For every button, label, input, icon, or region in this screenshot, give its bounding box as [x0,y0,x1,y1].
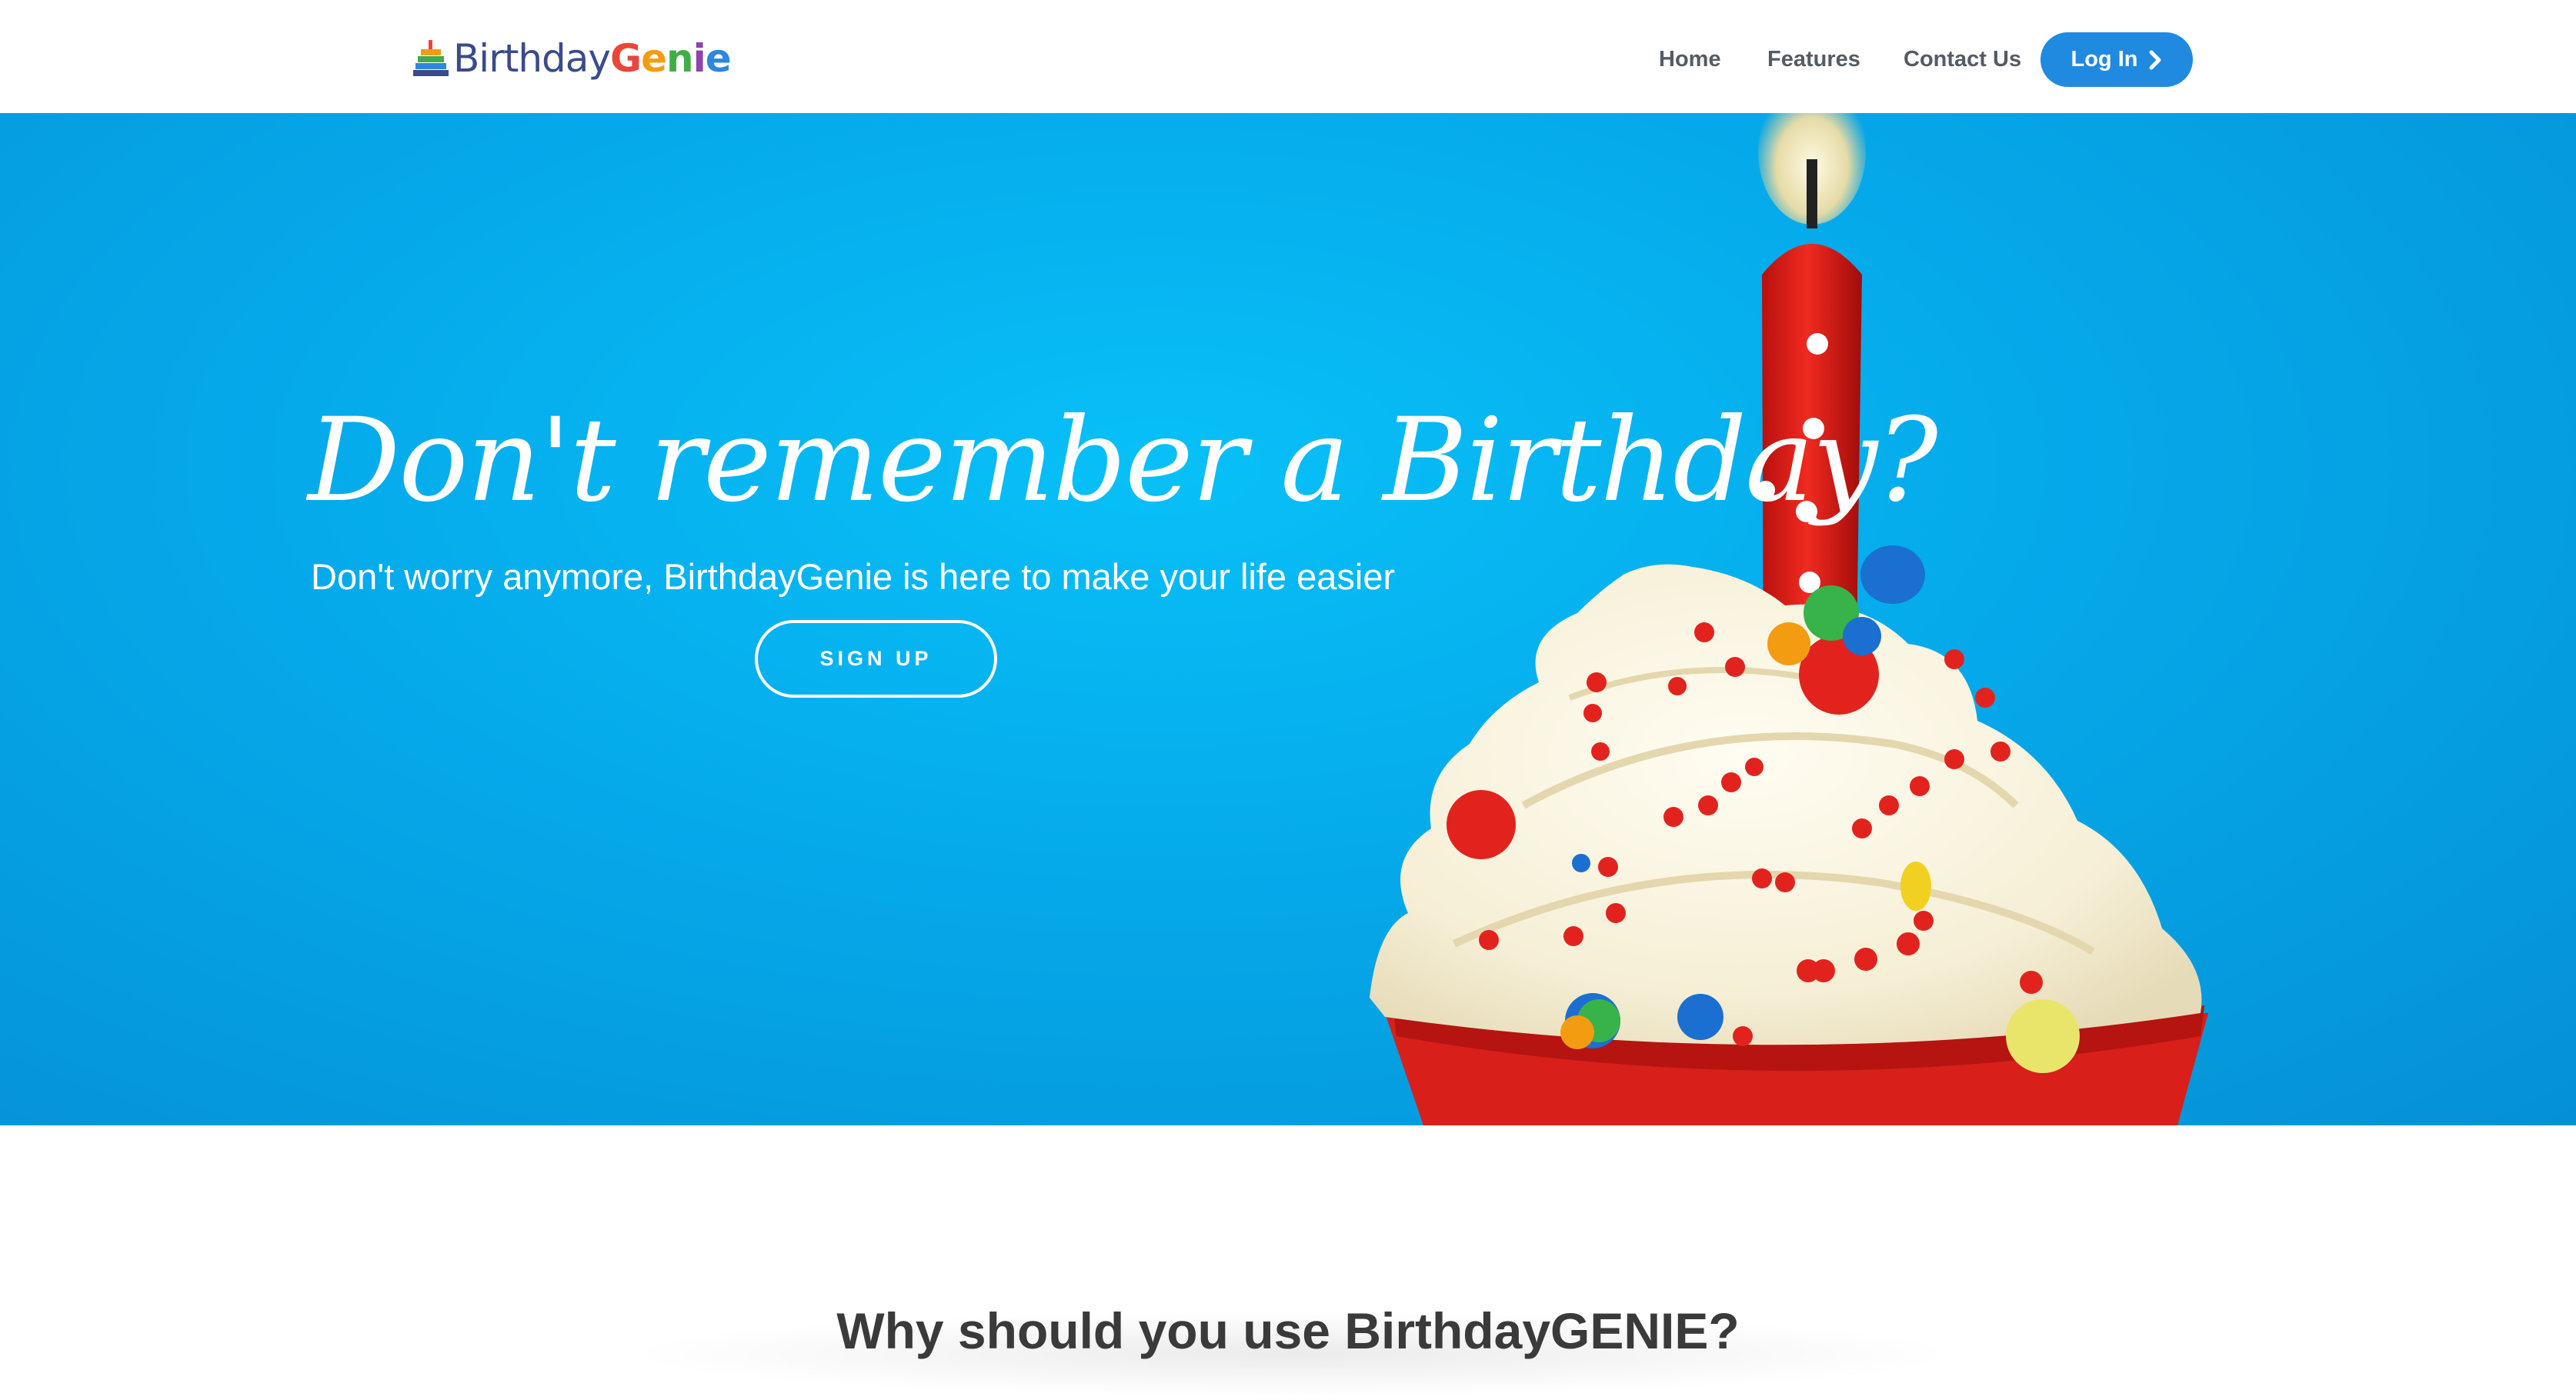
nav-home-link[interactable]: Home [1659,40,1721,78]
cupcake-image [1370,113,2208,1125]
hero-section: Don't remember a Birthday? Don't worry a… [0,113,2576,1125]
brand-letter: i [692,36,706,81]
brand-letter: G [610,36,642,81]
signup-button[interactable]: SIGN UP [755,620,997,698]
brand-logo[interactable]: BirthdayGenie [413,29,732,88]
brand-name-part1: Birthday [453,36,611,81]
login-label: Log In [2070,47,2138,72]
navbar: BirthdayGenie Home Features Contact Us L… [0,0,2576,113]
brand-letter: e [705,36,732,81]
chevron-right-icon [2149,50,2161,69]
birthday-cake-icon [413,40,449,76]
brand-letter: n [666,36,694,81]
nav-contact-link[interactable]: Contact Us [1904,40,2021,78]
brand-name-part2: Genie [610,36,732,81]
nav-features-link[interactable]: Features [1767,40,1860,78]
brand-name: BirthdayGenie [453,36,732,81]
brand-letter: e [641,36,667,81]
login-button[interactable]: Log In [2040,32,2193,87]
hero-headline: Don't remember a Birthday? [308,394,1938,528]
hero-subheadline: Don't worry anymore, BirthdayGenie is he… [311,556,1396,597]
why-section-title: Why should you use BirthdayGENIE? [836,1302,1740,1359]
